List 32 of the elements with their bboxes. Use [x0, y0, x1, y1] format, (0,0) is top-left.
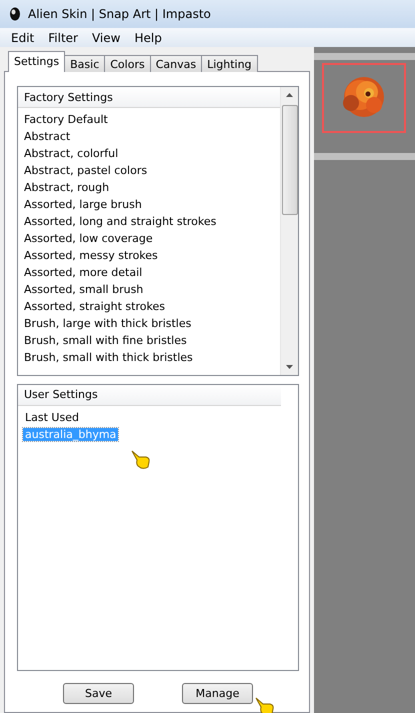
list-item[interactable]: Factory Default — [18, 111, 281, 128]
list-item[interactable]: Assorted, more detail — [18, 264, 281, 281]
tab[interactable]: Canvas — [150, 55, 202, 72]
scroll-up-icon[interactable] — [286, 93, 293, 97]
scroll-down-icon[interactable] — [286, 364, 293, 369]
list-item[interactable]: Assorted, long and straight strokes — [18, 213, 281, 230]
tab[interactable]: Basic — [64, 55, 106, 72]
list-item[interactable]: Abstract, rough — [18, 179, 281, 196]
menu-item[interactable]: Filter — [43, 30, 83, 44]
list-item[interactable]: Abstract, pastel colors — [18, 162, 281, 179]
scrollbar[interactable] — [280, 87, 298, 375]
list-item[interactable]: Abstract, colorful — [18, 145, 281, 162]
list-item[interactable]: Assorted, messy strokes — [18, 247, 281, 264]
window-title: Alien Skin | Snap Art | Impasto — [28, 7, 211, 21]
list-item[interactable]: Last Used — [23, 410, 81, 424]
list-item[interactable]: Assorted, low coverage — [18, 230, 281, 247]
list-item[interactable]: Assorted, small brush — [18, 281, 281, 298]
tab[interactable]: Settings — [8, 51, 66, 72]
menu-item[interactable]: View — [86, 30, 126, 44]
tab[interactable]: Colors — [104, 55, 151, 72]
list-item[interactable]: Assorted, large brush — [18, 196, 281, 213]
app-icon — [8, 6, 22, 22]
list-item[interactable]: Assorted, straight strokes — [18, 298, 281, 315]
menu-item[interactable]: Edit — [6, 30, 40, 44]
menu-item[interactable]: Help — [129, 30, 167, 44]
list-item[interactable]: Abstract — [18, 128, 281, 145]
list-item[interactable]: Brush, small with thick bristles — [18, 349, 281, 366]
save-button[interactable]: Save — [63, 683, 134, 704]
manage-button[interactable]: Manage — [182, 683, 253, 704]
list-item[interactable]: Brush, small with fine bristles — [18, 332, 281, 349]
tab[interactable]: Lighting — [201, 55, 258, 72]
list-item[interactable]: Brush, large with thick bristles — [18, 315, 281, 332]
